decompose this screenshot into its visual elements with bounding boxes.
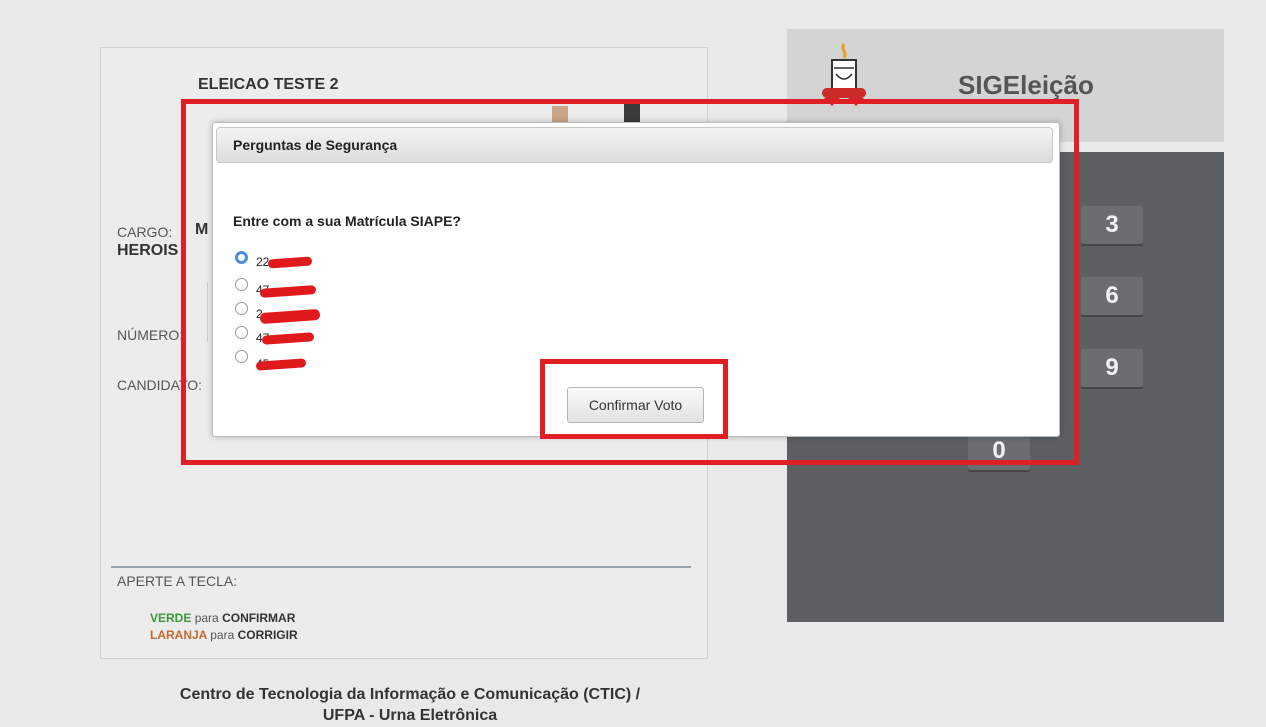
key-3-button[interactable]: 3 <box>1081 206 1143 244</box>
key-9-button[interactable]: 9 <box>1081 349 1143 387</box>
footer: Centro de Tecnologia da Informação e Com… <box>100 684 720 726</box>
app-name: SIGEleição <box>958 70 1094 100</box>
election-title: ELEICAO TESTE 2 <box>198 76 339 93</box>
correct-hint: LARANJA para CORRIGIR <box>150 628 298 642</box>
confirm-button-highlight-box <box>540 359 728 439</box>
confirm-hint: VERDE para CONFIRMAR <box>150 611 295 625</box>
correct-hint-action: CORRIGIR <box>237 628 298 642</box>
confirm-hint-action: CONFIRMAR <box>222 611 296 625</box>
key-6-button[interactable]: 6 <box>1081 277 1143 315</box>
instructions-divider <box>111 566 691 568</box>
numero-label: NÚMERO: <box>117 327 184 343</box>
cargo-value-line2: HEROIS <box>117 242 179 259</box>
cargo-label: CARGO: <box>117 224 173 240</box>
footer-line1: Centro de Tecnologia da Informação e Com… <box>179 686 641 703</box>
confirm-hint-para: para <box>194 611 219 625</box>
confirm-hint-color: VERDE <box>150 611 192 625</box>
correct-hint-para: para <box>210 628 235 642</box>
correct-hint-color: LARANJA <box>150 628 207 642</box>
footer-line2: UFPA - Urna Eletrônica <box>322 707 498 724</box>
instructions-heading: APERTE A TECLA: <box>117 573 238 589</box>
